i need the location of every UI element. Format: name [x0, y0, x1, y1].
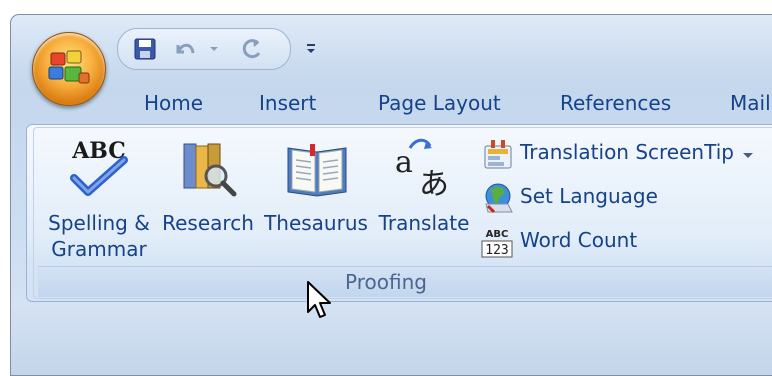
tab-home[interactable]: Home — [144, 88, 203, 118]
svg-text:ABC: ABC — [71, 138, 126, 164]
tab-mailings[interactable]: Mail — [730, 88, 771, 118]
svg-text:123: 123 — [485, 243, 508, 258]
spelling-label-line1: Spelling & — [48, 211, 150, 235]
svg-text:あ: あ — [419, 167, 449, 202]
spelling-grammar-button[interactable]: ABC Spelling & Grammar — [42, 134, 156, 261]
tab-page-layout[interactable]: Page Layout — [378, 88, 501, 118]
customize-qat-icon — [307, 44, 315, 53]
tab-insert[interactable]: Insert — [259, 88, 316, 118]
set-language-label: Set Language — [520, 184, 658, 208]
thesaurus-button[interactable]: Thesaurus — [262, 134, 370, 260]
dropdown-arrow-icon — [743, 153, 753, 158]
tab-references[interactable]: References — [560, 88, 671, 118]
translation-screentip-icon — [484, 140, 512, 169]
set-language-globe-icon — [485, 183, 513, 214]
svg-text:a: a — [395, 145, 413, 180]
word-count-label: Word Count — [520, 228, 638, 252]
thesaurus-label: Thesaurus — [264, 211, 368, 235]
research-button[interactable]: Research — [160, 134, 256, 260]
research-books-magnifier-icon — [183, 143, 237, 197]
mouse-cursor-icon — [307, 281, 331, 318]
translation-screentip-button[interactable]: Translation ScreenTip — [478, 136, 768, 172]
research-label: Research — [162, 211, 254, 235]
redo-button[interactable] — [236, 31, 268, 67]
save-icon — [134, 38, 156, 60]
thesaurus-book-icon — [287, 144, 347, 197]
set-language-button[interactable]: Set Language — [478, 180, 768, 216]
undo-icon — [176, 43, 195, 54]
translate-a-icon: a あ — [395, 138, 449, 202]
group-label: Proofing — [345, 270, 427, 294]
undo-dropdown-button[interactable] — [204, 31, 224, 67]
save-button[interactable] — [130, 31, 160, 67]
translation-screentip-label: Translation ScreenTip — [520, 140, 734, 164]
translate-label: Translate — [378, 211, 470, 235]
translate-button[interactable]: a あ Translate — [376, 134, 472, 260]
word-count-button[interactable]: ABC 123 Word Count — [478, 224, 768, 260]
undo-button[interactable] — [170, 31, 200, 67]
customize-qat-button[interactable] — [300, 31, 322, 67]
spelling-label-line2: Grammar — [51, 237, 147, 261]
spelling-abc-check-icon: ABC — [70, 138, 128, 196]
ribbon-tabs: Home Insert Page Layout References Mail — [0, 88, 772, 120]
svg-text:ABC: ABC — [486, 229, 509, 240]
word-count-abc123-icon: ABC 123 — [481, 229, 513, 258]
dropdown-arrow-icon — [210, 47, 218, 51]
redo-icon — [242, 39, 261, 59]
